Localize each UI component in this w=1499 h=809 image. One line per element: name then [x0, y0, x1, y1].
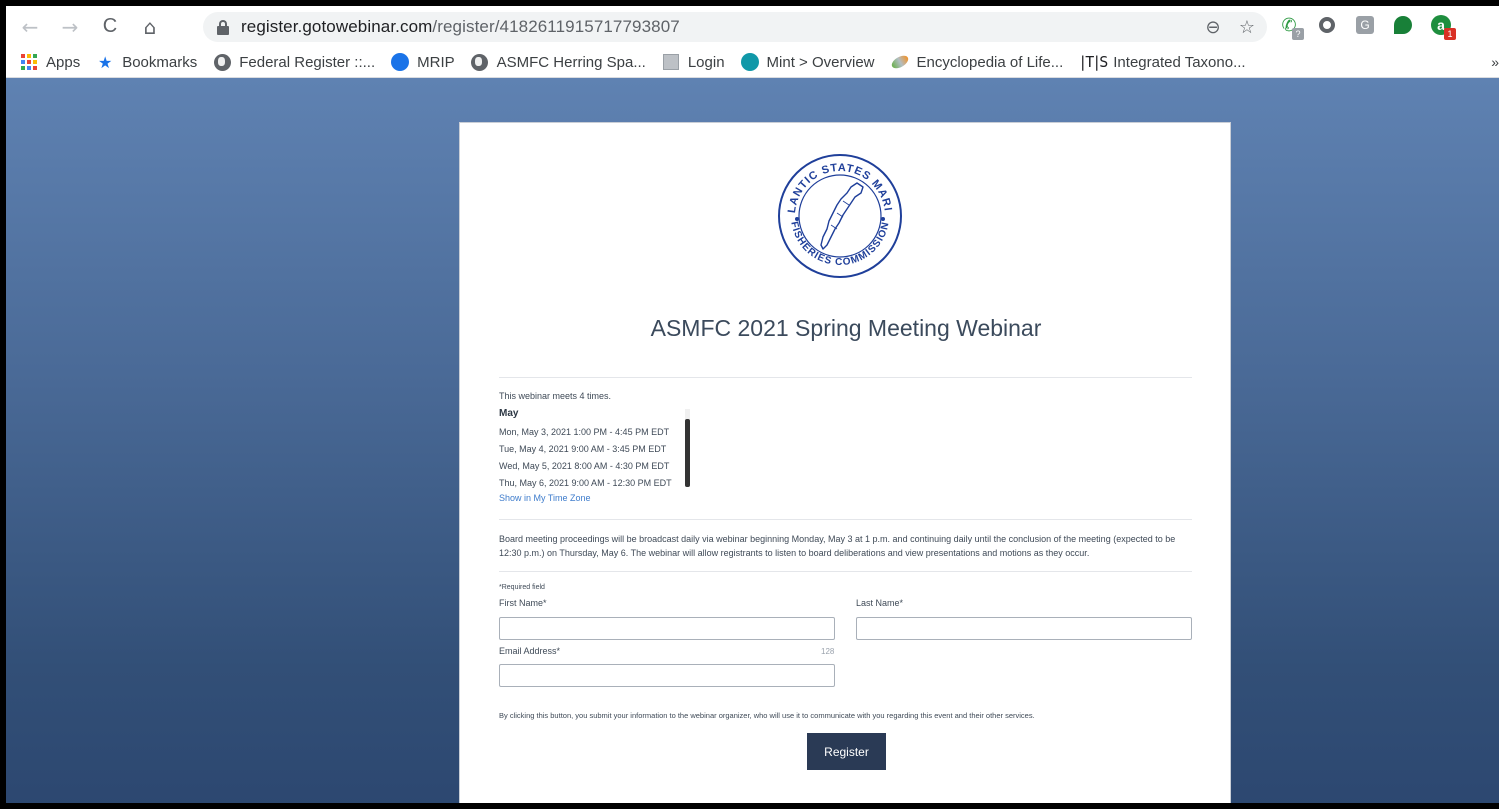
browser-toolbar: ← → C ⌂ register.gotowebinar.com/registe…: [6, 6, 1499, 47]
a-extension-badge: 1: [1444, 28, 1456, 40]
divider: [499, 519, 1192, 520]
bookmark-label: Encyclopedia of Life...: [916, 53, 1064, 71]
session-list: Mon, May 3, 2021 1:00 PM - 4:45 PM EDT T…: [499, 424, 672, 492]
session-item: Mon, May 3, 2021 1:00 PM - 4:45 PM EDT: [499, 427, 670, 437]
lock-icon[interactable]: [215, 19, 231, 35]
email-field[interactable]: [499, 664, 835, 687]
webinar-description: Board meeting proceedings will be broadc…: [499, 534, 1176, 558]
bookmark-label: MRIP: [417, 53, 455, 71]
required-field-note: *Required field: [499, 584, 545, 591]
first-name-label: First Name*: [499, 598, 547, 608]
zoom-icon[interactable]: ⊖: [1201, 15, 1225, 39]
bookmark-label: Login: [687, 53, 725, 71]
g-extension-icon[interactable]: G: [1352, 12, 1378, 38]
chat-bubble-extension-icon[interactable]: [1390, 12, 1416, 38]
session-scrollbar-thumb[interactable]: [685, 419, 690, 487]
back-icon[interactable]: ←: [14, 11, 46, 43]
bookmark-mint[interactable]: Mint > Overview: [740, 53, 875, 71]
bookmark-encyclopedia-of-life[interactable]: Encyclopedia of Life...: [889, 53, 1064, 71]
home-icon[interactable]: ⌂: [134, 11, 166, 43]
divider: [499, 377, 1192, 378]
eol-icon: [889, 53, 910, 71]
page-background: ATLANTIC STATES MARINE FISHERIES COMMISS…: [6, 78, 1499, 803]
bookmark-apps[interactable]: Apps: [20, 53, 80, 71]
forward-icon[interactable]: →: [54, 11, 86, 43]
email-label: Email Address*: [499, 646, 561, 656]
bookmark-label: ASMFC Herring Spa...: [496, 53, 646, 71]
url-text[interactable]: register.gotowebinar.com/register/418261…: [241, 17, 680, 37]
last-name-label: Last Name*: [856, 598, 904, 608]
url-path: /register/4182611915717793807: [432, 17, 680, 36]
first-name-field[interactable]: [499, 617, 835, 640]
email-character-counter: 128: [821, 647, 835, 656]
bookmark-mrip[interactable]: MRIP: [391, 53, 455, 71]
bookmark-itis[interactable]: |T|S Integrated Taxono...: [1078, 53, 1246, 71]
a-extension-icon[interactable]: a 1: [1428, 12, 1456, 40]
session-item: Wed, May 5, 2021 8:00 AM - 4:30 PM EDT: [499, 461, 670, 471]
url-host: register.gotowebinar.com: [241, 17, 433, 36]
last-name-field[interactable]: [856, 617, 1192, 640]
bookmarks-bar: Apps ★ Bookmarks Federal Register ::... …: [6, 47, 1499, 78]
divider: [499, 571, 1192, 572]
month-heading: May: [499, 408, 519, 419]
consent-text: By clicking this button, you submit your…: [499, 711, 1035, 720]
phone-extension-icon[interactable]: ✆ ?: [1276, 12, 1304, 40]
apps-grid-icon: [20, 53, 38, 71]
webinar-title: ASMFC 2021 Spring Meeting Webinar: [650, 315, 1042, 341]
registration-card: ATLANTIC STATES MARINE FISHERIES COMMISS…: [459, 122, 1231, 803]
session-item: Tue, May 4, 2021 9:00 AM - 3:45 PM EDT: [499, 444, 667, 454]
browser-window: ← → C ⌂ register.gotowebinar.com/registe…: [0, 0, 1499, 809]
show-in-my-time-zone-link[interactable]: Show in My Time Zone: [499, 493, 591, 503]
globe-icon: [213, 53, 231, 71]
circle-extension-icon[interactable]: [1314, 12, 1340, 38]
bookmark-bookmarks[interactable]: ★ Bookmarks: [96, 52, 198, 72]
login-icon: [662, 53, 680, 71]
reload-icon[interactable]: C: [94, 11, 126, 43]
bookmark-label: Apps: [46, 53, 81, 71]
bookmark-star-icon[interactable]: ☆: [1235, 15, 1259, 39]
mint-icon: [740, 53, 759, 71]
asmfc-logo: ATLANTIC STATES MARINE FISHERIES COMMISS…: [777, 153, 902, 278]
bookmark-label: Federal Register ::...: [239, 53, 376, 71]
bookmark-login[interactable]: Login: [662, 53, 725, 71]
itis-icon: |T|S: [1078, 53, 1108, 71]
register-button[interactable]: Register: [807, 733, 886, 770]
extensions-area: ✆ ? G a 1: [1276, 12, 1456, 40]
g-extension-label: G: [1356, 16, 1374, 34]
bookmark-federal-register[interactable]: Federal Register ::...: [213, 53, 375, 71]
star-icon: ★: [98, 52, 113, 72]
bookmark-label: Bookmarks: [122, 53, 198, 71]
globe-icon: [471, 53, 489, 71]
bookmarks-overflow-icon[interactable]: »: [1491, 54, 1499, 70]
session-item: Thu, May 6, 2021 9:00 AM - 12:30 PM EDT: [499, 478, 672, 488]
bookmark-label: Mint > Overview: [766, 53, 875, 71]
phone-extension-badge: ?: [1292, 28, 1304, 40]
meeting-count-text: This webinar meets 4 times.: [499, 391, 612, 401]
bookmark-asmfc-herring[interactable]: ASMFC Herring Spa...: [471, 53, 646, 71]
bookmark-label: Integrated Taxono...: [1113, 53, 1246, 71]
noaa-icon: [391, 53, 410, 71]
address-bar[interactable]: register.gotowebinar.com/register/418261…: [203, 12, 1267, 42]
